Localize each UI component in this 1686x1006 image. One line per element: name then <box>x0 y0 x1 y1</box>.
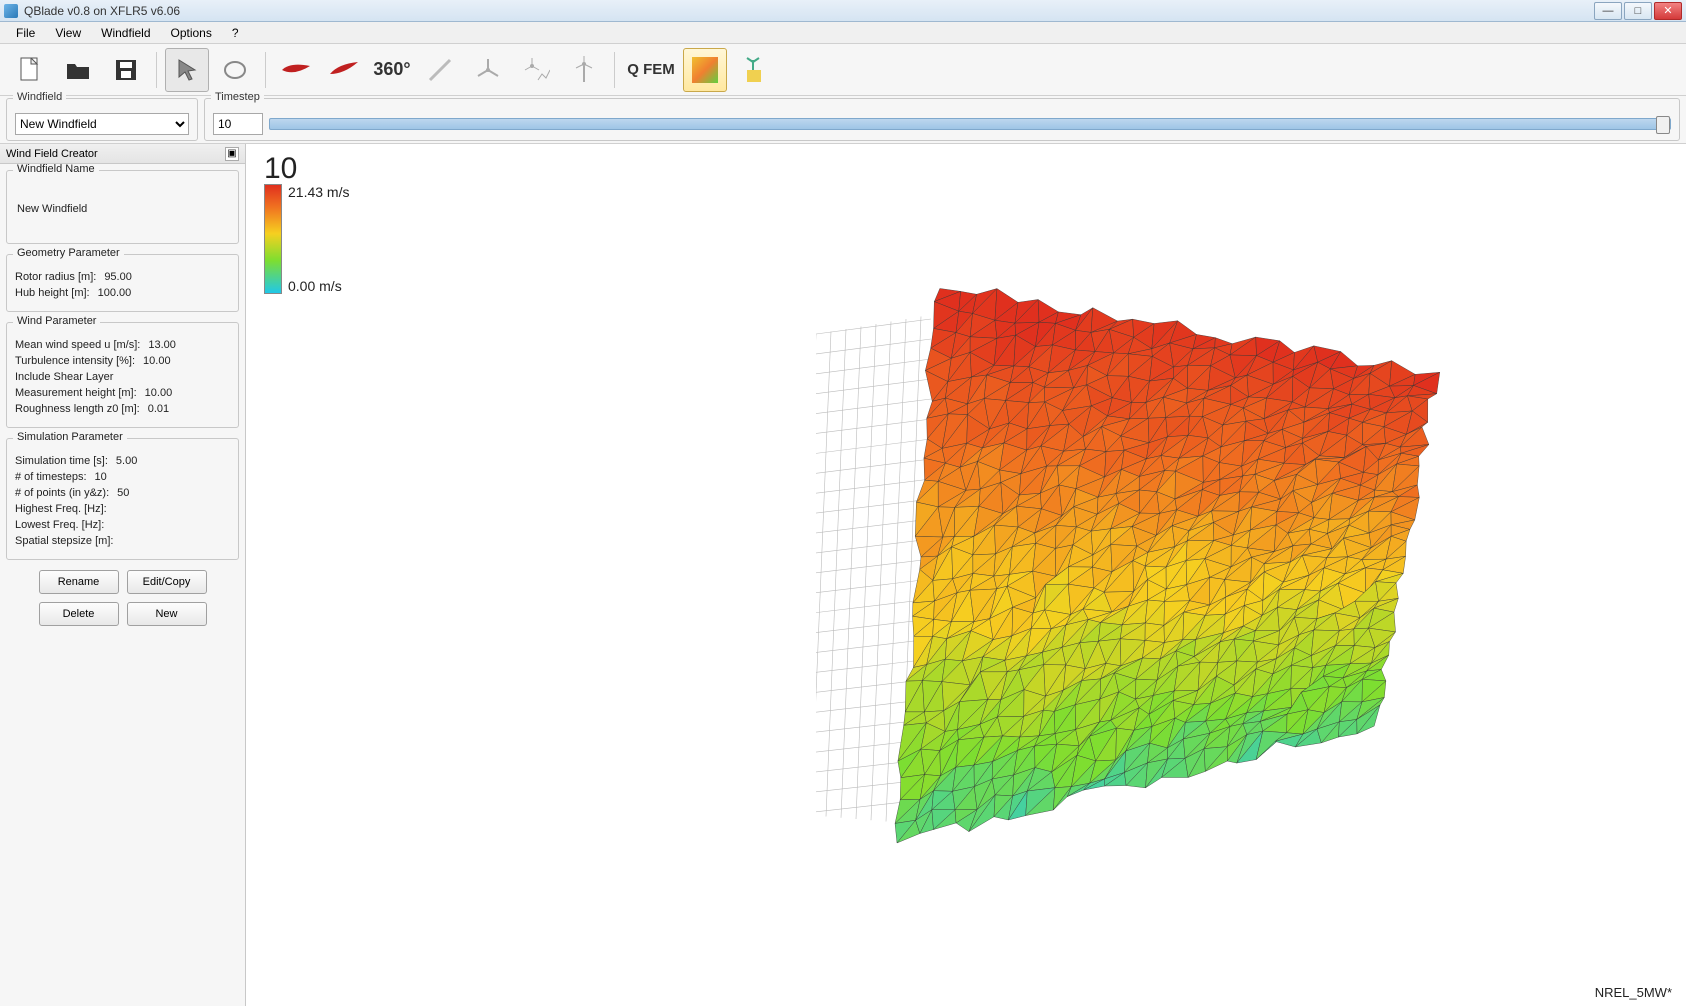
wind-value: 13.00 <box>148 339 176 351</box>
model-name-label: NREL_5MW* <box>1595 985 1672 1000</box>
wind-row: Turbulence intensity [%]: 10.00 <box>15 353 230 369</box>
timestep-slider[interactable] <box>269 118 1671 130</box>
geometry-label: Rotor radius [m]: <box>15 271 96 283</box>
new-document-icon[interactable] <box>8 48 52 92</box>
windfield-select[interactable]: New Windfield <box>15 113 189 135</box>
wind-label: Include Shear Layer <box>15 371 113 383</box>
sim-label: Spatial stepsize [m]: <box>15 535 113 547</box>
sim-label: Highest Freq. [Hz]: <box>15 503 107 515</box>
windfield-mesh <box>816 204 1556 924</box>
viewport-timestep-label: 10 <box>264 152 297 186</box>
geometry-label: Hub height [m]: <box>15 287 90 299</box>
panel-header: Wind Field Creator ▣ <box>0 144 245 164</box>
main-area: Wind Field Creator ▣ Windfield Name New … <box>0 144 1686 1006</box>
wind-group: Wind Parameter Mean wind speed u [m/s]:1… <box>6 322 239 428</box>
wind-value: 10.00 <box>145 387 173 399</box>
turbine-chart-icon[interactable] <box>514 48 558 92</box>
close-button[interactable]: ✕ <box>1654 2 1682 20</box>
sim-label: Lowest Freq. [Hz]: <box>15 519 104 531</box>
geometry-value: 100.00 <box>98 287 132 299</box>
rename-button[interactable]: Rename <box>39 570 119 594</box>
sim-value: 5.00 <box>116 455 137 467</box>
side-panel: Wind Field Creator ▣ Windfield Name New … <box>0 144 246 1006</box>
minimize-button[interactable]: — <box>1594 2 1622 20</box>
save-disk-icon[interactable] <box>104 48 148 92</box>
window-controls: — □ ✕ <box>1594 2 1682 20</box>
sim-label: Simulation time [s]: <box>15 455 108 467</box>
wind-value: 10.00 <box>143 355 171 367</box>
windfield-name-group: Windfield Name New Windfield <box>6 170 239 244</box>
controls-row: Windfield New Windfield Timestep <box>0 96 1686 144</box>
angle-360-icon[interactable]: 360° <box>370 48 414 92</box>
sim-row: Spatial stepsize [m]: <box>15 533 230 549</box>
timestep-group: Timestep <box>204 98 1680 141</box>
geometry-row: Rotor radius [m]: 95.00 <box>15 269 230 285</box>
qfem-icon[interactable]: Q FEM <box>623 48 679 92</box>
window-title: QBlade v0.8 on XFLR5 v6.06 <box>24 4 1594 18</box>
colorbar: 21.43 m/s 0.00 m/s <box>264 184 349 294</box>
maximize-button[interactable]: □ <box>1624 2 1652 20</box>
sim-row: Lowest Freq. [Hz]: <box>15 517 230 533</box>
sim-value: 50 <box>117 487 129 499</box>
timestep-legend: Timestep <box>211 91 264 103</box>
line-tool-icon[interactable] <box>418 48 462 92</box>
delete-button[interactable]: Delete <box>39 602 119 626</box>
shape-outline-icon[interactable] <box>213 48 257 92</box>
wind-row: Include Shear Layer <box>15 369 230 385</box>
toolbar: 360° Q FEM <box>0 44 1686 96</box>
sim-label: # of timesteps: <box>15 471 87 483</box>
timestep-slider-thumb[interactable] <box>1656 116 1670 134</box>
wind-label: Turbulence intensity [%]: <box>15 355 135 367</box>
geometry-legend: Geometry Parameter <box>13 247 124 259</box>
windfield-name-legend: Windfield Name <box>13 164 99 175</box>
colorbar-max: 21.43 m/s <box>288 184 349 200</box>
sim-row: # of timesteps: 10 <box>15 469 230 485</box>
turbine-tower-icon[interactable] <box>562 48 606 92</box>
panel-title: Wind Field Creator <box>6 148 98 160</box>
sim-row: Highest Freq. [Hz]: <box>15 501 230 517</box>
open-folder-icon[interactable] <box>56 48 100 92</box>
wind-row: Roughness length z0 [m]: 0.01 <box>15 401 230 417</box>
geometry-row: Hub height [m]: 100.00 <box>15 285 230 301</box>
wind-map-icon[interactable] <box>683 48 727 92</box>
wind-turbine-sim-icon[interactable] <box>731 48 775 92</box>
cursor-arrow-icon[interactable] <box>165 48 209 92</box>
sim-group: Simulation Parameter Simulation time [s]… <box>6 438 239 560</box>
editcopy-button[interactable]: Edit/Copy <box>127 570 207 594</box>
airfoil-red-2-icon[interactable] <box>322 48 366 92</box>
menu-windfield[interactable]: Windfield <box>91 24 160 42</box>
timestep-input[interactable] <box>213 113 263 135</box>
panel-collapse-icon[interactable]: ▣ <box>225 147 239 161</box>
geometry-group: Geometry Parameter Rotor radius [m]:95.0… <box>6 254 239 312</box>
turbine-3blade-icon[interactable] <box>466 48 510 92</box>
windfield-name-value: New Windfield <box>15 185 230 233</box>
airfoil-red-1-icon[interactable] <box>274 48 318 92</box>
sim-row: # of points (in y&z): 50 <box>15 485 230 501</box>
windfield-group: Windfield New Windfield <box>6 98 198 141</box>
sim-value: 10 <box>95 471 107 483</box>
window-titlebar: QBlade v0.8 on XFLR5 v6.06 — □ ✕ <box>0 0 1686 22</box>
colorbar-min: 0.00 m/s <box>288 278 349 294</box>
colorbar-gradient <box>264 184 282 294</box>
menu-options[interactable]: Options <box>161 24 222 42</box>
menu-view[interactable]: View <box>45 24 91 42</box>
windfield-legend: Windfield <box>13 91 66 103</box>
menu-help[interactable]: ? <box>222 24 249 42</box>
wind-row: Measurement height [m]: 10.00 <box>15 385 230 401</box>
viewport-3d[interactable]: 10 21.43 m/s 0.00 m/s NREL_5MW* <box>246 144 1686 1006</box>
menu-file[interactable]: File <box>6 24 45 42</box>
geometry-value: 95.00 <box>104 271 132 283</box>
new-button[interactable]: New <box>127 602 207 626</box>
sim-label: # of points (in y&z): <box>15 487 109 499</box>
sim-legend: Simulation Parameter <box>13 431 127 443</box>
sim-row: Simulation time [s]: 5.00 <box>15 453 230 469</box>
wind-label: Mean wind speed u [m/s]: <box>15 339 140 351</box>
menubar: File View Windfield Options ? <box>0 22 1686 44</box>
wind-value: 0.01 <box>148 403 169 415</box>
wind-label: Roughness length z0 [m]: <box>15 403 140 415</box>
app-icon <box>4 4 18 18</box>
wind-legend: Wind Parameter <box>13 315 100 327</box>
wind-label: Measurement height [m]: <box>15 387 137 399</box>
wind-row: Mean wind speed u [m/s]: 13.00 <box>15 337 230 353</box>
